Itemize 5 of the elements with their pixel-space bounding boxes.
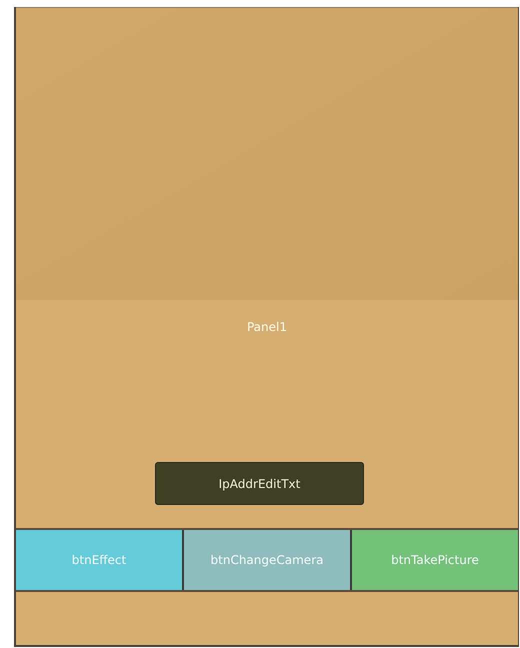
panel-label: Panel1 xyxy=(246,319,287,336)
action-button[interactable]: btnEffect xyxy=(16,530,184,590)
ip-address-field[interactable]: IpAddrEditTxt xyxy=(155,462,364,505)
action-button[interactable]: btnChangeCamera xyxy=(184,530,352,590)
action-button[interactable]: btnTakePicture xyxy=(352,530,518,590)
